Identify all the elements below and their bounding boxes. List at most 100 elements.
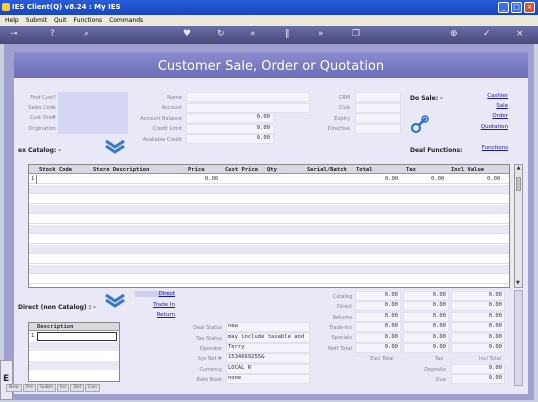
key-icon[interactable]: ⊸ (10, 29, 18, 39)
sale-link[interactable]: Sale (468, 103, 508, 109)
tab-ins[interactable]: Ins (56, 384, 70, 392)
heart-icon[interactable]: ♥ (183, 29, 191, 39)
col-serial-batch: Serial/Batch (307, 167, 347, 173)
deposits-label: Deposits (424, 367, 446, 373)
scroll-thumb[interactable] (516, 177, 521, 191)
tab-can[interactable]: Can (84, 384, 100, 392)
deposits-value: 0.00 (451, 364, 505, 374)
order-link[interactable]: Order (468, 113, 508, 119)
tab-pre[interactable]: Pre (22, 384, 36, 392)
cashier-link[interactable]: Cashier (468, 93, 508, 99)
nett-excl: 0.00 (355, 343, 401, 353)
directive-field[interactable] (355, 124, 401, 134)
col-qty: Qty (267, 167, 277, 173)
add-icon[interactable]: ⊕ (450, 29, 458, 39)
search-icon[interactable]: ⌕ (84, 29, 89, 39)
sales-code-label: Sales Code (28, 105, 56, 111)
window-titlebar: IES Client(Q) v8.24 : My IES (0, 0, 538, 15)
menu-quit[interactable]: Quit (54, 17, 67, 26)
origination-label: Origination (28, 126, 56, 132)
available-credit-field: 0.00 (186, 134, 274, 144)
trade-in-link[interactable]: Trade In (135, 302, 175, 308)
operator-value: Terry (226, 343, 310, 353)
return-link[interactable]: Return (135, 312, 175, 318)
credit-limit-label: Credit Limit (152, 126, 182, 132)
table-row[interactable] (29, 195, 509, 204)
table-row[interactable] (29, 205, 509, 214)
table-row[interactable] (29, 215, 509, 224)
chevron-down-icon[interactable] (104, 292, 126, 308)
grid-scrollbar[interactable]: ▲ ▼ (514, 164, 523, 288)
trade-ins-excl: 0.00 (355, 322, 401, 332)
copy-icon[interactable]: ❐ (352, 29, 360, 39)
table-row[interactable] (29, 245, 509, 254)
menu-submit[interactable]: Submit (26, 17, 47, 26)
due-label: Due (435, 377, 446, 383)
name-field[interactable] (186, 92, 310, 102)
table-row[interactable] (29, 225, 509, 234)
menu-functions[interactable]: Functions (74, 17, 103, 26)
returns-total-label: Returns (332, 315, 352, 321)
close-icon[interactable]: × (516, 29, 524, 39)
check-icon[interactable]: ✓ (483, 29, 491, 39)
window-title: IES Client(Q) v8.24 : My IES (12, 3, 121, 11)
table-row[interactable] (29, 275, 509, 284)
items-grid[interactable]: Stock Code Store Description Price Cust … (28, 164, 510, 288)
bottom-tabs: New Pre Subm Ins Del Can (6, 384, 100, 392)
row-tax: 0.00 (431, 176, 445, 182)
account-balance-field: 0.00 (186, 113, 274, 123)
table-row[interactable] (29, 235, 509, 244)
maximize-button[interactable]: □ (511, 2, 522, 13)
customer-input-block[interactable] (58, 92, 128, 134)
functions-link[interactable]: Functions (468, 145, 508, 151)
rewind-icon[interactable]: « (250, 29, 256, 39)
tools-icon[interactable] (410, 114, 430, 134)
tab-new[interactable]: New (6, 384, 22, 392)
list-item[interactable] (29, 342, 119, 351)
forward-icon[interactable]: » (318, 29, 324, 39)
account-field[interactable] (186, 103, 310, 113)
row-incl: 0.00 (487, 176, 501, 182)
directive-label: Directive (327, 126, 350, 132)
pause-icon[interactable]: ‖ (285, 29, 290, 39)
table-row[interactable] (29, 255, 509, 264)
table-row[interactable] (29, 185, 509, 194)
direct-link[interactable]: Direct (135, 291, 175, 297)
sys-ref-label: Sys Ref # (197, 356, 222, 362)
crm-field[interactable] (355, 92, 401, 102)
row-number: 1 (31, 333, 35, 339)
list-item[interactable] (29, 361, 119, 370)
menubar: Help Submit Quit Functions Commands (0, 15, 538, 26)
expiry-field[interactable] (355, 113, 401, 123)
app-icon (2, 3, 10, 11)
nett-incl: 0.00 (451, 343, 505, 353)
help-icon[interactable]: ? (50, 29, 55, 39)
scroll-down-icon[interactable]: ▼ (516, 280, 520, 286)
side-panel[interactable]: E (0, 360, 13, 400)
table-row[interactable]: 1 0.00 0.00 0.00 0.00 (29, 175, 509, 184)
scroll-up-icon[interactable]: ▲ (515, 165, 522, 171)
description-input[interactable] (37, 332, 117, 341)
club-field[interactable] (355, 103, 401, 113)
menu-commands[interactable]: Commands (109, 17, 143, 26)
toolbar: ⊸ ? ⌕ ♥ ↻ « ‖ » ❐ ⊕ ✓ × (0, 26, 538, 44)
expiry-label: Expiry (334, 116, 350, 122)
col-store-description: Store Description (93, 167, 150, 173)
currency-value: LOCAL R (226, 364, 310, 374)
chevron-down-icon[interactable] (104, 138, 126, 154)
quotation-link[interactable]: Quotation (468, 124, 508, 130)
deal-status-label: Deal Status (193, 325, 222, 331)
col-cust-price: Cust Price (225, 167, 259, 173)
tab-subm[interactable]: Subm (36, 384, 56, 392)
find-cust-label: Find Cust? (30, 95, 56, 101)
refresh-icon[interactable]: ↻ (217, 29, 225, 39)
table-row[interactable] (29, 265, 509, 274)
close-window-button[interactable]: × (524, 2, 535, 13)
minimize-button[interactable]: _ (498, 2, 509, 13)
tab-del[interactable]: Del (70, 384, 84, 392)
crm-label: CRM (338, 95, 350, 101)
menu-help[interactable]: Help (5, 17, 19, 26)
direct-grid[interactable]: Description 1 (28, 322, 120, 382)
operator-label: Operator (199, 346, 222, 352)
totals-scrollbar[interactable] (514, 290, 523, 386)
